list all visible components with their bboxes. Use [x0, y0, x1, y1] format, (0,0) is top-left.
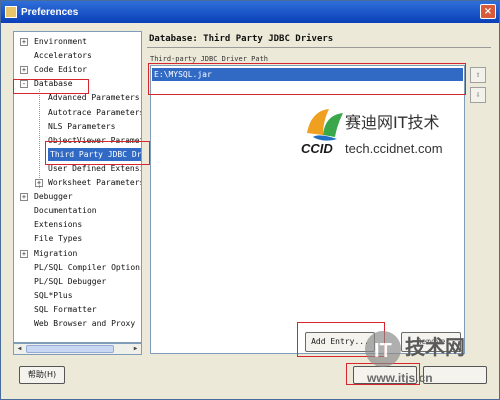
- tree-item[interactable]: Autotrace Parameters: [48, 106, 142, 119]
- driver-path-label: Third-party JDBC Driver Path: [150, 55, 269, 63]
- expand-icon[interactable]: +: [20, 66, 28, 75]
- tree-item[interactable]: ObjectViewer Paramete: [48, 134, 142, 147]
- tree-item-label: ObjectViewer Paramete: [48, 135, 142, 145]
- tree-guide-line: [39, 89, 40, 189]
- tree-item-label: Migration: [34, 248, 78, 258]
- tree-item-label: SQL*Plus: [34, 290, 73, 300]
- scroll-thumb[interactable]: [26, 345, 114, 353]
- tree-item-label: PL/SQL Compiler Options: [34, 262, 142, 272]
- itjs-url-text: www.itjs.cn: [367, 371, 433, 385]
- settings-panel: Database: Third Party JDBC Drivers Third…: [147, 31, 491, 355]
- tree-item[interactable]: NLS Parameters: [48, 120, 115, 133]
- itjs-chinese-text: 技术网: [405, 335, 465, 359]
- preferences-window: Preferences × + Environment Accelerators + C…: [0, 0, 500, 400]
- tree-item[interactable]: + Debugger: [20, 190, 73, 203]
- panel-title: Database: Third Party JDBC Drivers: [149, 34, 334, 44]
- tree-item-label: Web Browser and Proxy: [34, 319, 136, 328]
- tree-item-label: Third Party JDBC Driv: [48, 147, 141, 161]
- ccid-url-text: tech.ccidnet.com: [345, 141, 443, 156]
- tree-item-label: Environment: [34, 37, 87, 46]
- tree-horizontal-scrollbar[interactable]: ◀ ▶: [13, 343, 142, 355]
- tree-item[interactable]: PL/SQL Compiler Options: [34, 261, 142, 274]
- tree-item-label: Accelerators: [34, 51, 92, 61]
- tree-item[interactable]: + Environment: [20, 35, 87, 48]
- tree-item-label: Database: [34, 79, 73, 89]
- svg-text:IT: IT: [374, 340, 392, 362]
- tree-item[interactable]: SQL Formatter: [34, 303, 97, 316]
- tree-item[interactable]: Accelerators: [34, 49, 92, 62]
- tree-item-label: File Types: [34, 234, 83, 244]
- tree-item-label: Extensions: [34, 220, 83, 230]
- divider: [147, 47, 491, 48]
- tree-item[interactable]: SQL*Plus: [34, 289, 73, 302]
- tree-item[interactable]: Documentation: [34, 204, 97, 217]
- window-title: Preferences: [21, 6, 79, 18]
- scroll-right-icon[interactable]: ▶: [130, 344, 141, 354]
- ccid-chinese-text: 赛迪网IT技术: [345, 113, 440, 132]
- tree-item-label: PL/SQL Debugger: [34, 276, 107, 286]
- tree-item[interactable]: PL/SQL Debugger: [34, 275, 106, 288]
- tree-item[interactable]: - Database: [20, 77, 73, 90]
- tree-item[interactable]: User Defined Extensio: [48, 162, 142, 175]
- close-button[interactable]: ×: [480, 4, 496, 19]
- tree-item-label: Autotrace Parameters: [48, 107, 142, 117]
- tree-item-label: Advanced Parameters: [48, 93, 140, 103]
- help-button[interactable]: 帮助(H): [19, 366, 65, 384]
- collapse-icon[interactable]: -: [20, 80, 28, 89]
- tree-item[interactable]: Web Browser and Proxy: [34, 317, 135, 330]
- tree-item[interactable]: + Worksheet Parameters: [35, 176, 142, 189]
- up-arrow-icon[interactable]: ⇧: [470, 67, 486, 83]
- tree-item[interactable]: + Migration: [20, 247, 78, 260]
- driver-path-item[interactable]: E:\MYSQL.jar: [152, 68, 463, 81]
- down-arrow-icon[interactable]: ⇩: [470, 87, 486, 103]
- tree-item[interactable]: Third Party JDBC Driv: [48, 147, 141, 161]
- expand-icon[interactable]: +: [20, 38, 28, 46]
- tree-item[interactable]: + Code Editor: [20, 63, 87, 76]
- tree-item[interactable]: File Types: [34, 232, 82, 245]
- preferences-tree[interactable]: + Environment Accelerators + Code Editor - Dat…: [13, 31, 142, 343]
- tree-item-label: SQL Formatter: [34, 304, 97, 314]
- expand-icon[interactable]: +: [20, 193, 28, 202]
- app-icon: [5, 6, 17, 18]
- tree-item-label: Documentation: [34, 206, 97, 216]
- scroll-left-icon[interactable]: ◀: [14, 344, 25, 354]
- tree-item-label: NLS Parameters: [48, 121, 116, 131]
- title-bar: Preferences ×: [1, 1, 499, 23]
- tree-item[interactable]: Advanced Parameters: [48, 91, 140, 104]
- tree-item-label: Worksheet Parameters: [48, 178, 142, 187]
- expand-icon[interactable]: +: [20, 249, 28, 258]
- ccid-brand-text: CCID: [301, 141, 333, 156]
- tree-item[interactable]: Extensions: [34, 218, 82, 231]
- tree-item-label: User Defined Extensio: [48, 163, 142, 173]
- tree-item-label: Code Editor: [34, 65, 87, 75]
- tree-item-label: Debugger: [34, 192, 73, 202]
